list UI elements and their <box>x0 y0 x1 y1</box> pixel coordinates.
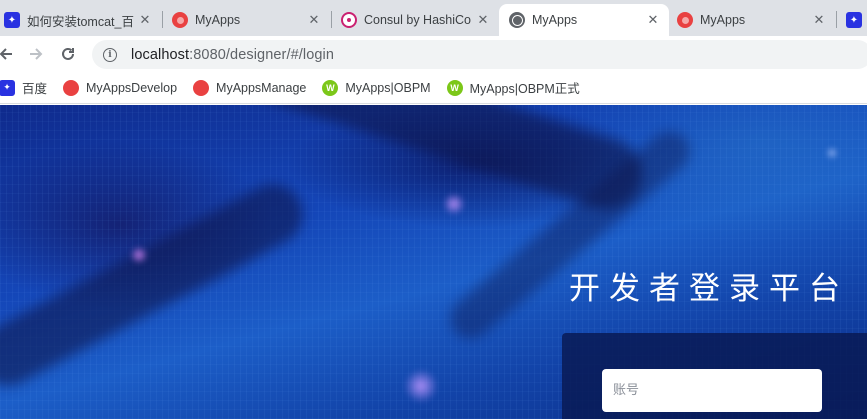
bookmark-myapps-manage[interactable]: MyAppsManage <box>193 74 314 102</box>
bookmark-myapps-obpm[interactable]: W MyApps|OBPM <box>322 74 438 102</box>
page-title: 开发者登录平台 <box>569 271 849 307</box>
myapps-icon <box>172 12 188 28</box>
close-tab-icon[interactable]: ✕ <box>306 12 322 28</box>
background-light-glow <box>404 369 438 403</box>
bookmarks-bar: ✦ 百度 MyAppsDevelop MyAppsManage W MyApps… <box>0 72 867 104</box>
login-panel <box>562 333 867 419</box>
bookmark-label: MyApps|OBPM正式 <box>469 82 580 96</box>
tab-title: 如何安装tomcat_百 <box>27 14 134 29</box>
url-text[interactable]: localhost:8080/designer/#/login <box>131 47 334 63</box>
reload-button[interactable] <box>56 42 80 66</box>
close-tab-icon[interactable]: ✕ <box>137 12 153 28</box>
login-page-background: 开发者登录平台 <box>0 105 867 419</box>
close-tab-icon[interactable]: ✕ <box>645 12 661 28</box>
bookmark-label: MyAppsDevelop <box>86 80 178 95</box>
tab-tomcat[interactable]: ✦ 如何安装tomcat_百 ✕ <box>0 4 161 36</box>
myapps-icon <box>677 12 693 28</box>
tab-title: MyApps <box>195 13 241 27</box>
url-path: :8080/designer/#/login <box>189 46 335 63</box>
reload-icon <box>62 47 74 60</box>
baidu-paw-icon: ✦ <box>0 79 15 96</box>
tab-separator <box>331 11 332 28</box>
bookmark-baidu[interactable]: ✦ 百度 <box>0 74 55 102</box>
w-logo-icon: W <box>446 79 463 96</box>
baidu-paw-icon: ✦ <box>4 12 20 28</box>
tab-myapps-2[interactable]: MyApps ✕ <box>673 4 835 36</box>
browser-toolbar: i localhost:8080/designer/#/login <box>0 36 867 72</box>
forward-button[interactable] <box>24 42 48 66</box>
tab-separator <box>162 11 163 28</box>
bookmark-label: MyAppsManage <box>216 80 307 95</box>
close-tab-icon[interactable]: ✕ <box>475 12 491 28</box>
w-logo-icon: W <box>322 79 339 96</box>
bookmark-myapps-obpm-prod[interactable]: W MyApps|OBPM正式 <box>446 74 588 102</box>
myapps-icon <box>63 79 80 96</box>
tab-myapps-active[interactable]: MyApps ✕ <box>499 4 669 36</box>
background-light-glow <box>130 246 148 264</box>
bookmark-myapps-develop[interactable]: MyAppsDevelop <box>63 74 185 102</box>
baidu-paw-icon: ✦ <box>846 12 862 28</box>
background-light-glow <box>443 193 465 215</box>
tab-consul[interactable]: Consul by HashiCo ✕ <box>337 4 499 36</box>
myapps-icon <box>193 79 210 96</box>
tab-title: Consul by HashiCo <box>364 13 471 27</box>
arrow-right-icon <box>30 48 43 60</box>
bookmark-label: 百度 <box>22 82 48 96</box>
close-tab-icon[interactable]: ✕ <box>811 12 827 28</box>
tab-title: MyApps <box>532 13 578 27</box>
tab-title: MyApps <box>700 13 746 27</box>
info-icon[interactable]: i <box>103 47 117 62</box>
back-button[interactable] <box>0 42 18 66</box>
arrow-left-icon <box>0 48 12 60</box>
tab-separator <box>836 11 837 28</box>
address-bar[interactable]: i localhost:8080/designer/#/login <box>92 40 867 69</box>
tab-myapps-1[interactable]: MyApps ✕ <box>168 4 330 36</box>
bookmark-label: MyApps|OBPM <box>345 80 431 95</box>
consul-icon <box>341 12 357 28</box>
account-input[interactable] <box>602 369 822 412</box>
tab-strip: ✦ 如何安装tomcat_百 ✕ MyApps ✕ Consul by Hash… <box>0 0 867 36</box>
background-light-glow <box>826 147 838 159</box>
globe-icon <box>509 12 525 28</box>
tab-overflow[interactable]: ✦ <box>842 4 867 36</box>
url-host: localhost <box>131 46 190 63</box>
